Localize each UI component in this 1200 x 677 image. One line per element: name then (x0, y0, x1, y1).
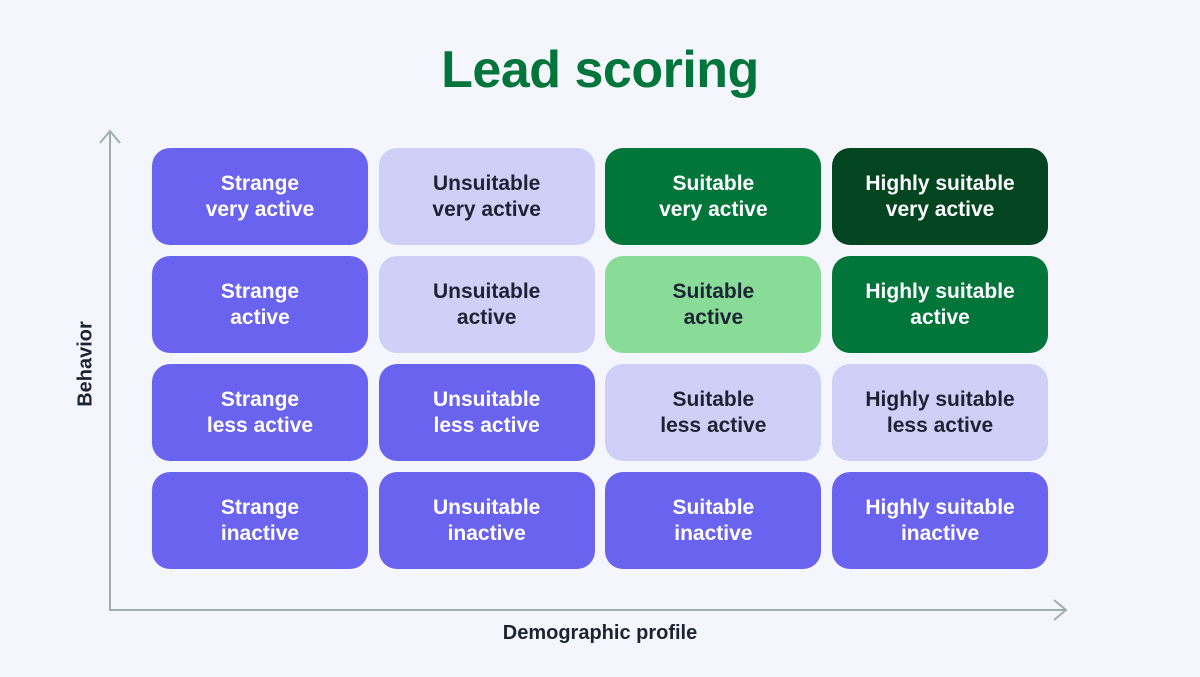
cell-activity: inactive (447, 521, 526, 545)
cell-category: Strange (220, 171, 300, 195)
cell-category: Strange (220, 279, 300, 303)
cell-category: Suitable (672, 171, 755, 195)
cell-activity: inactive (900, 521, 980, 545)
x-axis-label: Demographic profile (502, 622, 698, 644)
y-axis-label: Behavior (74, 321, 97, 407)
cell-category: Unsuitable (433, 279, 541, 303)
cell-activity: less active (206, 413, 314, 437)
cell-activity: less active (660, 413, 767, 437)
cell-highly-suitable-less-active[interactable]: Highly suitable less active (832, 364, 1049, 461)
cell-category: Highly suitable (865, 495, 1015, 519)
cell-suitable-less-active[interactable]: Suitable less active (605, 364, 822, 461)
cell-highly-suitable-active[interactable]: Highly suitable active (832, 256, 1049, 353)
lead-scoring-matrix: Strange very active Unsuitable very acti… (152, 148, 1049, 569)
cell-activity: active (456, 305, 517, 329)
cell-category: Unsuitable (433, 495, 541, 519)
cell-activity: very active (205, 197, 315, 221)
cell-activity: less active (433, 413, 540, 437)
cell-category: Highly suitable (865, 279, 1015, 303)
cell-category: Unsuitable (433, 171, 541, 195)
cell-unsuitable-less-active[interactable]: Unsuitable less active (378, 364, 595, 461)
cell-suitable-inactive[interactable]: Suitable inactive (605, 472, 822, 569)
cell-unsuitable-inactive[interactable]: Unsuitable inactive (378, 472, 595, 569)
cell-highly-suitable-inactive[interactable]: Highly suitable inactive (832, 472, 1049, 569)
cell-category: Strange (220, 387, 300, 411)
cell-strange-less-active[interactable]: Strange less active (152, 364, 368, 461)
cell-strange-inactive[interactable]: Strange inactive (152, 472, 368, 569)
cell-category: Highly suitable (865, 387, 1015, 411)
cell-category: Highly suitable (865, 171, 1015, 195)
cell-activity: very active (432, 197, 541, 221)
cell-activity: very active (885, 197, 995, 221)
cell-unsuitable-very-active[interactable]: Unsuitable very active (378, 148, 595, 245)
cell-activity: less active (886, 413, 994, 437)
cell-activity: active (683, 305, 744, 329)
cell-activity: active (230, 305, 290, 329)
cell-unsuitable-active[interactable]: Unsuitable active (378, 256, 595, 353)
cell-highly-suitable-very-active[interactable]: Highly suitable very active (832, 148, 1049, 245)
cell-suitable-very-active[interactable]: Suitable very active (605, 148, 822, 245)
cell-activity: very active (659, 197, 768, 221)
cell-activity: active (910, 305, 970, 329)
cell-suitable-active[interactable]: Suitable active (605, 256, 822, 353)
cell-category: Suitable (672, 495, 755, 519)
cell-activity: inactive (220, 521, 300, 545)
cell-category: Strange (220, 495, 300, 519)
cell-activity: inactive (674, 521, 753, 545)
cell-category: Suitable (672, 279, 755, 303)
cell-category: Suitable (672, 387, 755, 411)
cell-strange-active[interactable]: Strange active (152, 256, 368, 353)
cell-category: Unsuitable (433, 387, 541, 411)
cell-strange-very-active[interactable]: Strange very active (152, 148, 368, 245)
